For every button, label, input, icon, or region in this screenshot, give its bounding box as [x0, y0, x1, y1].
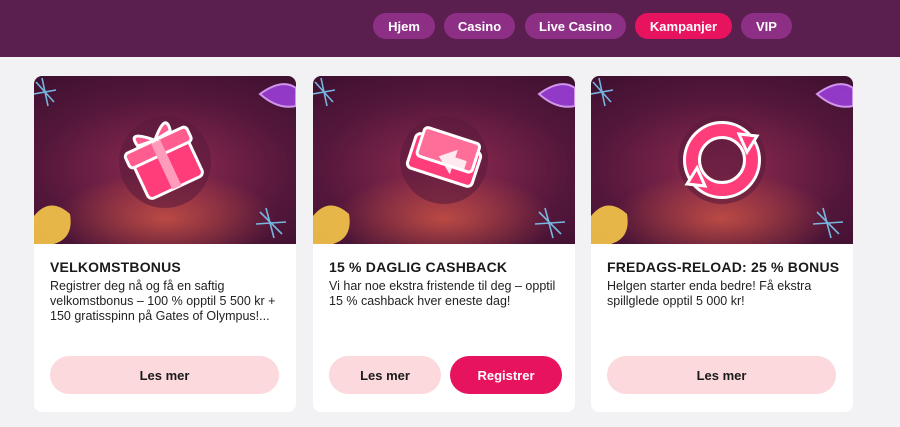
card-title: VELKOMSTBONUS	[50, 259, 181, 275]
top-navigation-bar: Hjem Casino Live Casino Kampanjer VIP	[0, 0, 900, 57]
promo-banner-image	[591, 76, 853, 244]
nav-vip[interactable]: VIP	[741, 13, 792, 39]
read-more-button[interactable]: Les mer	[607, 356, 836, 394]
promo-banner-image	[313, 76, 575, 244]
read-more-button[interactable]: Les mer	[329, 356, 441, 394]
read-more-button[interactable]: Les mer	[50, 356, 279, 394]
nav-casino[interactable]: Casino	[444, 13, 515, 39]
promo-card-friday-reload: FREDAGS-RELOAD: 25 % BONUS Helgen starte…	[591, 76, 853, 412]
nav-home[interactable]: Hjem	[373, 13, 435, 39]
register-button[interactable]: Registrer	[450, 356, 562, 394]
nav-promotions[interactable]: Kampanjer	[635, 13, 732, 39]
card-description: Registrer deg nå og få en saftig velkoms…	[50, 279, 276, 323]
nav-live-casino[interactable]: Live Casino	[525, 13, 626, 39]
promo-card-welcome-bonus: VELKOMSTBONUS Registrer deg nå og få en …	[34, 76, 296, 412]
promo-card-daily-cashback: 15 % DAGLIG CASHBACK Vi har noe ekstra f…	[313, 76, 575, 412]
card-description: Vi har noe ekstra fristende til deg – op…	[329, 279, 556, 308]
card-title: 15 % DAGLIG CASHBACK	[329, 259, 508, 275]
card-title: FREDAGS-RELOAD: 25 % BONUS	[607, 259, 840, 275]
card-description: Helgen starter enda bedre! Få ekstra spi…	[607, 279, 812, 308]
promo-banner-image	[34, 76, 296, 244]
